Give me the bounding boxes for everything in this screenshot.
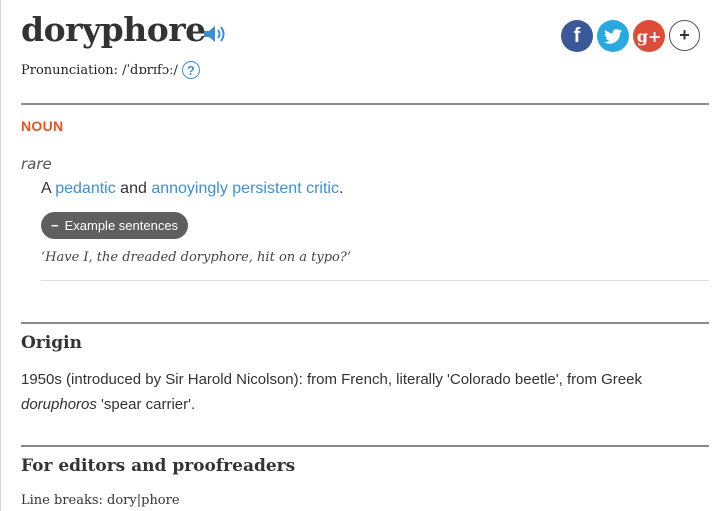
link-annoyingly-persistent-critic[interactable]: annoyingly persistent critic [151,180,339,197]
example-divider [41,280,709,281]
share-buttons: f g+ + [561,20,700,52]
origin-text-after: 'spear carrier'. [96,396,196,413]
example-sentences-label: Example sentences [64,218,179,233]
definition-prefix: A [41,180,56,197]
divider [21,322,709,324]
origin-greek-word: doruphoros [21,396,97,413]
definition-suffix: . [338,180,344,197]
pronunciation-value: /ˈdɒrɪfɔː/ [122,62,178,78]
pronunciation-row: Pronunciation: /ˈdɒrɪfɔː/ ? [21,61,200,79]
google-plus-share-button[interactable]: g+ [633,20,665,52]
origin-text: 1950s (introduced by Sir Harold Nicolson… [21,367,681,417]
more-share-button[interactable]: + [669,20,700,51]
divider [21,445,709,447]
origin-text-before: 1950s (introduced by Sir Harold Nicolson… [21,371,642,388]
facebook-share-button[interactable]: f [561,20,593,52]
headword: doryphore [21,10,206,49]
pronunciation-label: Pronunciation: [21,62,119,78]
definition: A pedantic and annoyingly persistent cri… [41,180,343,198]
definition-mid: and [115,180,152,197]
example-sentences-button[interactable]: − Example sentences [41,212,189,239]
twitter-bird-icon [604,28,622,44]
help-icon[interactable]: ? [181,61,200,79]
left-border [0,0,1,511]
line-breaks: Line breaks: dory|phore [21,493,180,508]
register-label: rare [21,155,52,173]
minus-icon: − [51,218,59,233]
twitter-share-button[interactable] [597,20,629,52]
origin-heading: Origin [21,333,82,353]
example-sentence: ‘Have I, the dreaded doryphore, hit on a… [41,250,351,265]
link-pedantic[interactable]: pedantic [55,180,116,197]
speaker-icon[interactable] [203,24,229,49]
divider [21,103,709,105]
part-of-speech: NOUN [21,118,64,134]
editors-heading: For editors and proofreaders [21,456,296,476]
